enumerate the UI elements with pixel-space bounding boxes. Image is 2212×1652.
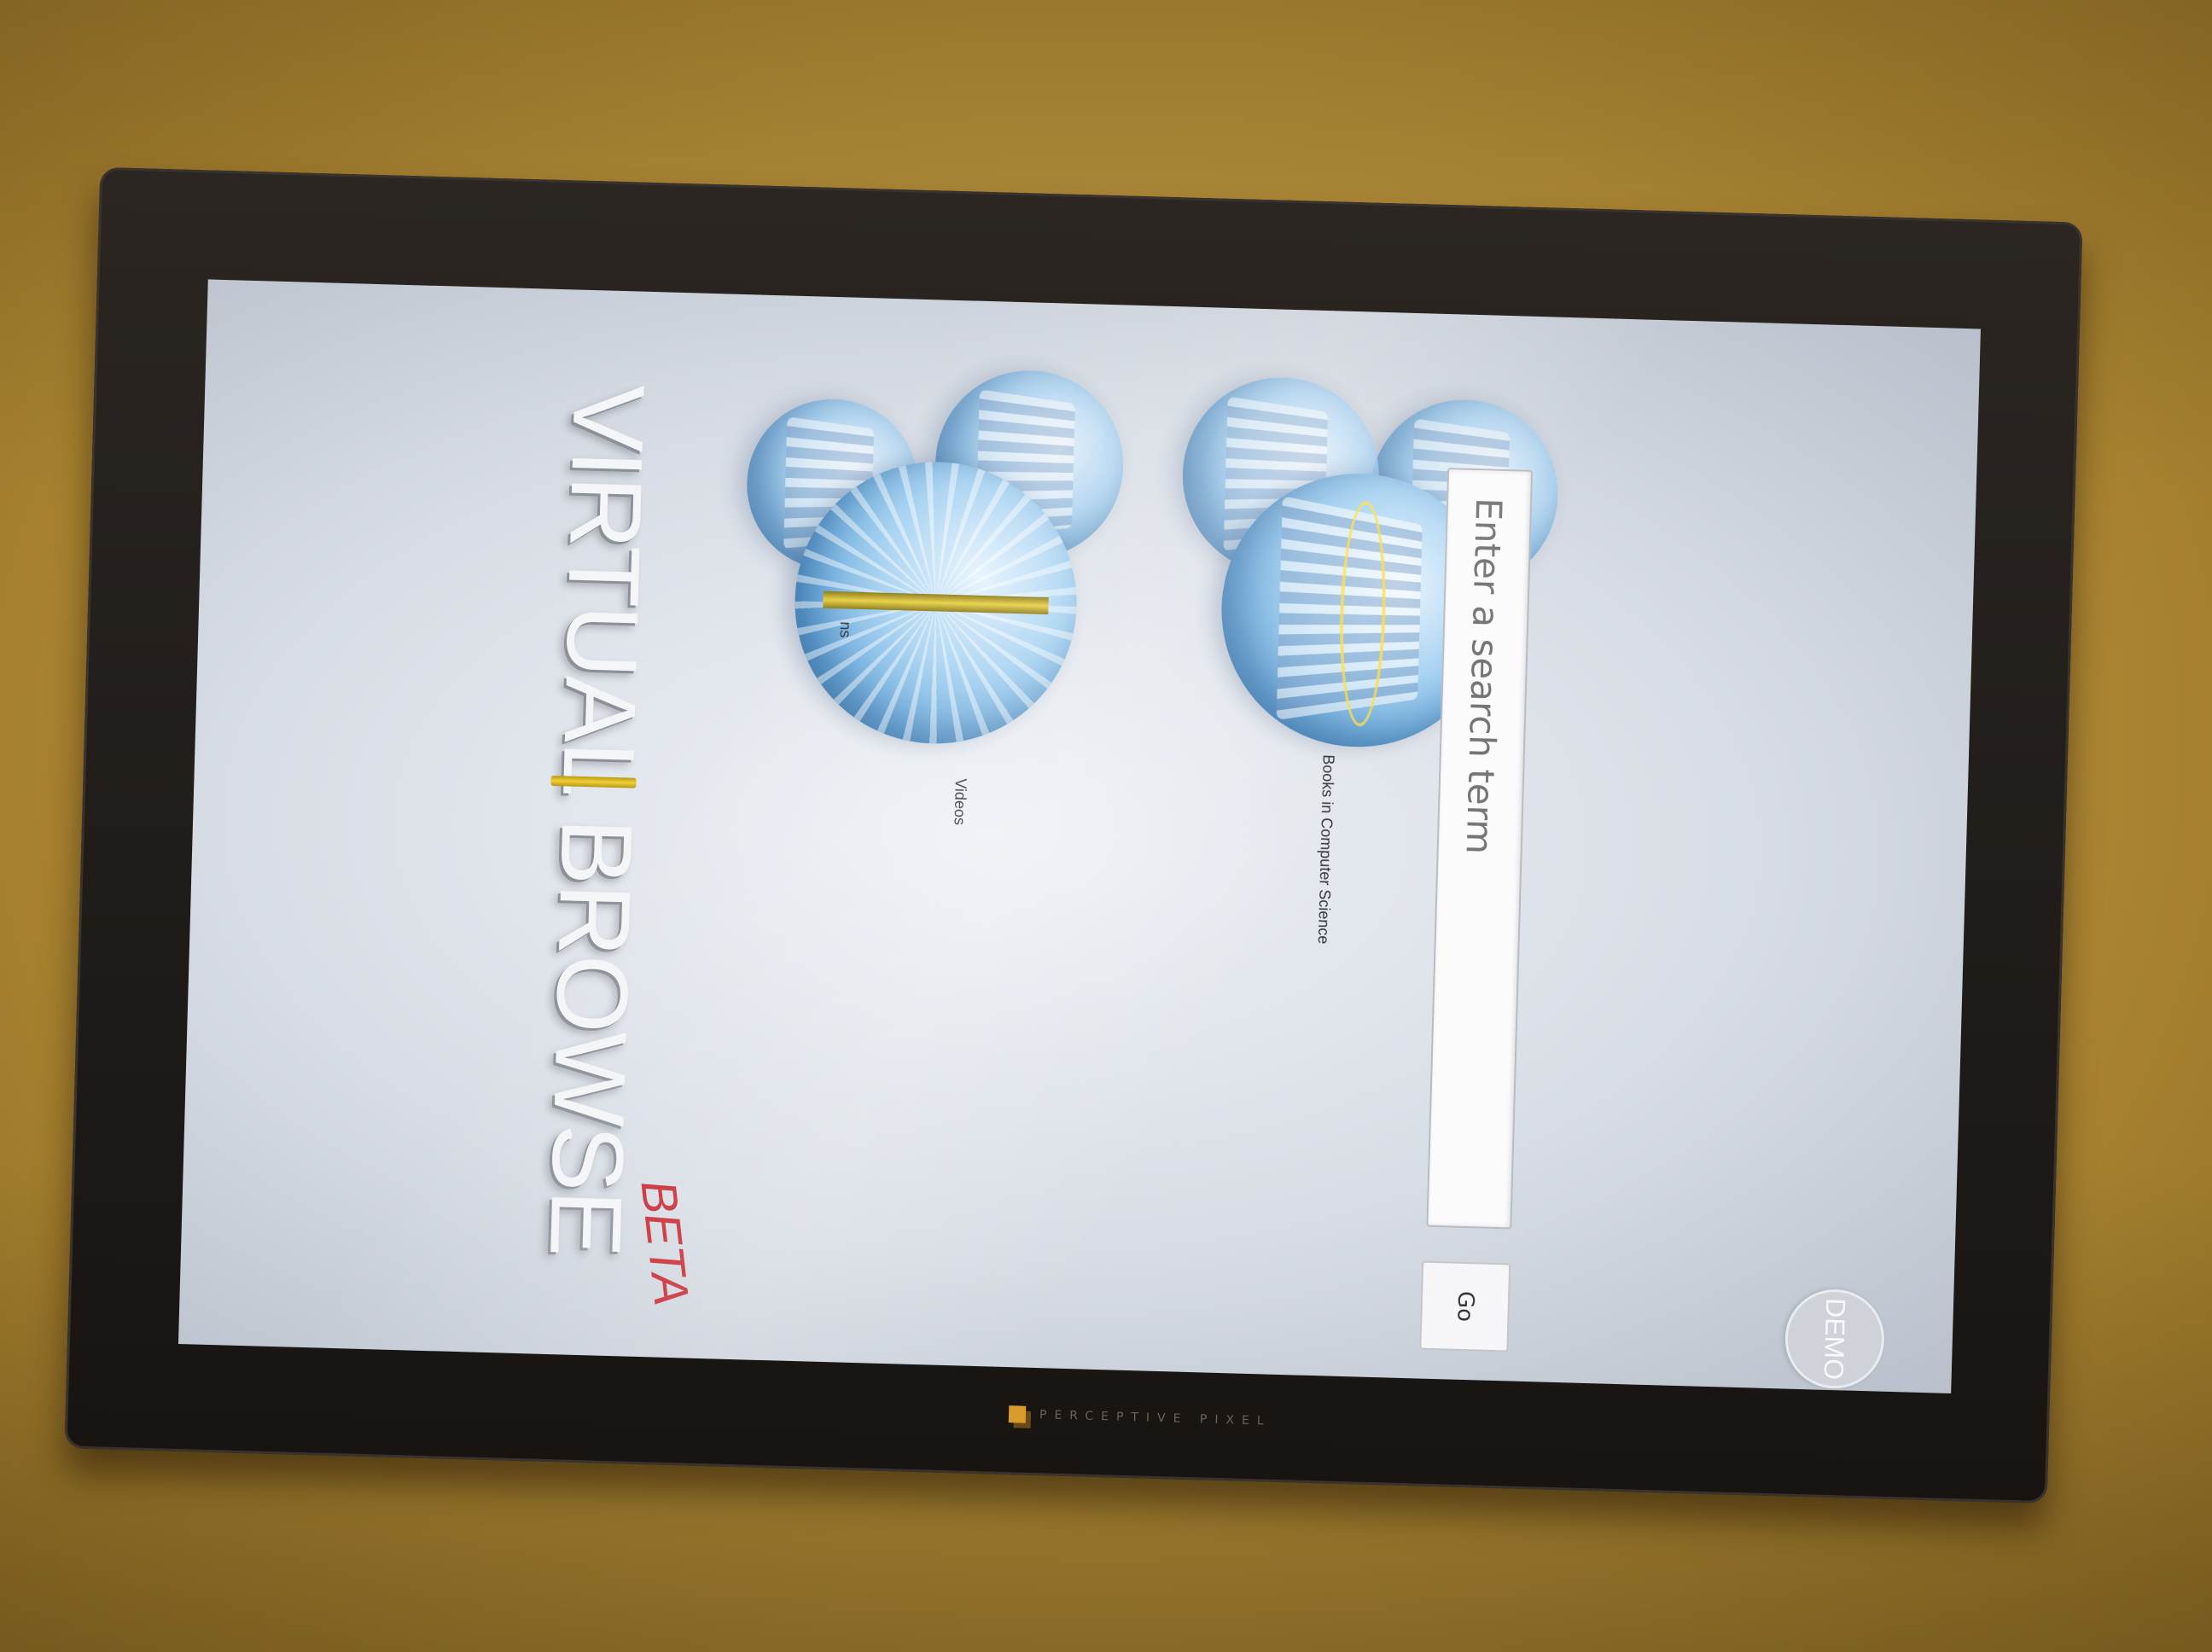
display-monitor: VIRTUAL BROWSE BETA Videos ns Books in C… [64,167,2082,1504]
search-input[interactable] [1448,496,1511,1200]
kiosk-content: VIRTUAL BROWSE BETA Videos ns Books in C… [178,279,1981,1393]
app-title: VIRTUAL BROWSE [529,383,664,1257]
orb-label-partial: ns [835,621,854,638]
go-button[interactable]: Go [1419,1261,1511,1352]
brand-logo-icon [1009,1405,1027,1423]
orb-label-books: Books in Computer Science [1314,754,1337,945]
brand-text: PERCEPTIVE PIXEL [1039,1408,1272,1428]
app-header: VIRTUAL BROWSE BETA [504,382,665,1239]
monitor-brand: PERCEPTIVE PIXEL [1009,1401,1272,1434]
touch-screen: VIRTUAL BROWSE BETA Videos ns Books in C… [178,279,1981,1393]
demo-badge[interactable]: DEMO [1784,1288,1885,1390]
orb-label-videos: Videos [950,778,969,825]
beta-badge: BETA [629,1178,700,1309]
